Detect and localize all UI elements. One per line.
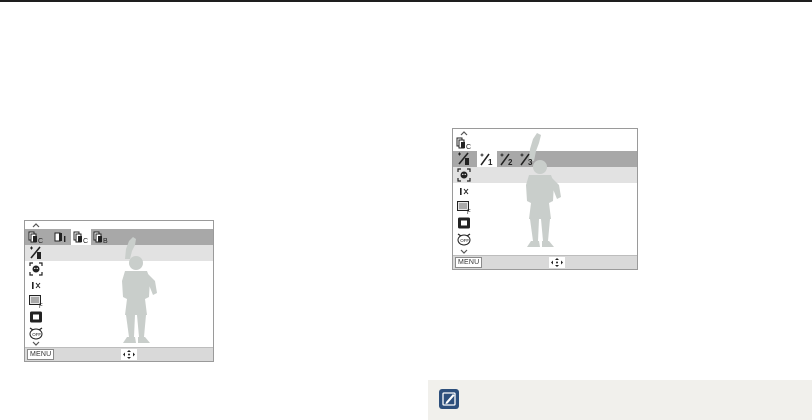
option-continuous-shot[interactable]: C [71,229,91,245]
image-size-icon [458,217,470,229]
metering-icon: F [29,295,43,308]
sidebar-item-drive-mode[interactable]: C [453,135,475,151]
iso-icon [32,282,41,289]
face-detection-icon [457,168,471,182]
svg-text:B: B [103,238,108,244]
child-silhouette-image [122,237,157,343]
svg-text:F: F [467,210,471,214]
menu-button[interactable]: MENU [27,349,55,360]
svg-text:3: 3 [528,158,533,166]
move-arrows-icon [549,257,565,268]
svg-text:C: C [38,238,43,244]
svg-text:C: C [466,144,471,150]
menu-sidebar: C F OFF [453,129,475,255]
camera-menu-screen-drive: C F OFF C B MENU [24,220,214,362]
photo-edit-icon [458,152,469,165]
move-arrows-icon [121,349,137,360]
single-shot-icon [54,232,66,242]
svg-text:F: F [39,304,43,308]
option-edit-level-2[interactable]: 2 [497,151,517,167]
image-size-icon [30,311,42,323]
svg-text:2: 2 [508,158,513,166]
option-edit-level-3[interactable]: 3 [517,151,537,167]
edit-level-1-icon: 1 [480,153,493,166]
note-pencil-icon [439,389,459,409]
bracket-shot-icon: B [93,231,108,244]
svg-text:C: C [83,238,88,244]
drive-mode-icon: C [456,137,471,150]
screen-bottom-bar: MENU [25,347,213,361]
continuous-shot-icon: C [73,231,88,244]
edit-level-3-icon: 3 [520,153,533,166]
menu-sidebar: C F OFF [25,221,47,347]
sidebar-item-metering[interactable]: F [25,293,47,309]
svg-text:1: 1 [488,158,493,166]
option-single-shot[interactable] [51,229,71,245]
option-edit-level-1[interactable]: 1 [477,151,497,167]
sidebar-item-face-detection[interactable] [25,261,47,277]
sidebar-item-drive-mode[interactable]: C [25,229,47,245]
self-timer-icon: OFF [457,233,471,246]
svg-text:OFF: OFF [460,238,469,243]
child-silhouette-image [526,133,561,247]
option-bracket-shot[interactable]: B [91,229,111,245]
iso-icon [460,188,469,195]
drive-mode-icon: C [28,231,43,244]
sidebar-item-face-detection[interactable] [453,167,475,183]
top-rule [0,0,812,2]
sidebar-item-photo-edit[interactable] [453,151,475,167]
sidebar-item-photo-edit[interactable] [25,245,47,261]
menu-button[interactable]: MENU [455,257,483,268]
face-detection-icon [29,262,43,276]
scroll-up-icon[interactable] [29,222,43,228]
camera-menu-screen-photo-edit: C F OFF 1 2 3 MENU [452,128,638,270]
self-timer-icon: OFF [29,327,43,340]
note-box [428,380,812,420]
sidebar-item-self-timer[interactable]: OFF [453,231,475,247]
sidebar-item-self-timer[interactable]: OFF [25,325,47,341]
metering-icon: F [457,201,471,214]
sidebar-item-image-size[interactable] [25,309,47,325]
sidebar-item-iso[interactable] [453,183,475,199]
edit-level-2-icon: 2 [500,153,513,166]
sidebar-item-iso[interactable] [25,277,47,293]
sidebar-item-metering[interactable]: F [453,199,475,215]
photo-edit-icon [30,246,41,259]
screen-bottom-bar: MENU [453,255,637,269]
sidebar-item-image-size[interactable] [453,215,475,231]
svg-text:OFF: OFF [32,332,41,337]
